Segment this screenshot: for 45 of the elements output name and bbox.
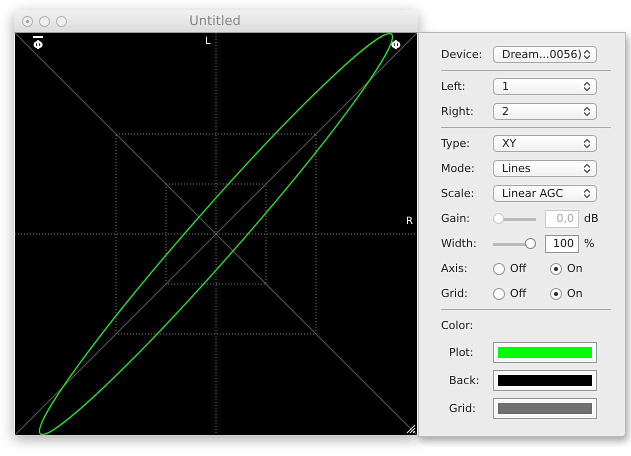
value-field[interactable]: 100 — [545, 234, 579, 252]
field-label: Width: — [441, 237, 478, 250]
phase-label: Φ — [390, 39, 401, 52]
axis-label: R — [406, 216, 413, 227]
resize-grip-icon[interactable] — [406, 424, 416, 434]
field-label: Type: — [441, 137, 471, 150]
radio-button[interactable]: On — [550, 262, 595, 275]
field-label: Left: — [441, 80, 466, 93]
up-down-arrows-icon — [584, 50, 590, 59]
window-title: Untitled — [188, 14, 242, 28]
color-well[interactable] — [493, 398, 597, 418]
unit-label: dB — [584, 212, 599, 225]
zoom-button[interactable] — [56, 16, 67, 26]
up-down-arrows-icon — [584, 189, 590, 198]
up-down-arrows-icon — [584, 107, 590, 116]
minimize-button[interactable] — [39, 16, 50, 26]
field-label: Grid: — [441, 287, 469, 300]
radio-button[interactable]: On — [550, 287, 595, 300]
option-popup[interactable]: XY — [493, 135, 597, 152]
up-down-arrows-icon — [584, 139, 590, 148]
field-label: Device: — [441, 48, 484, 61]
color-well[interactable] — [493, 342, 597, 362]
close-button[interactable] — [22, 16, 33, 26]
channel-popup[interactable]: 1 — [493, 78, 597, 95]
field-label: Plot: — [448, 346, 474, 358]
phase-label: Φ — [33, 36, 44, 52]
up-down-arrows-icon — [584, 82, 590, 91]
color-well[interactable] — [493, 370, 597, 390]
radio-button[interactable]: Off — [493, 262, 538, 275]
field-label: Gain: — [441, 212, 471, 225]
axis-label: L — [205, 36, 211, 47]
radio-button[interactable]: Off — [493, 287, 538, 300]
device-popup[interactable]: Dream...0056) — [493, 46, 597, 63]
option-popup[interactable]: Lines — [493, 160, 597, 177]
field-label: Back: — [448, 374, 480, 386]
field-label: Grid: — [448, 402, 477, 414]
up-down-arrows-icon — [584, 164, 590, 173]
field-label: Mode: — [441, 162, 476, 175]
option-popup[interactable]: Linear AGC — [493, 185, 597, 202]
field-label: Axis: — [441, 262, 469, 275]
channel-popup[interactable]: 2 — [493, 103, 597, 120]
field-label: Right: — [441, 105, 475, 118]
section-label: Color: — [441, 319, 474, 332]
field-label: Scale: — [441, 187, 476, 200]
unit-label: % — [584, 237, 594, 250]
